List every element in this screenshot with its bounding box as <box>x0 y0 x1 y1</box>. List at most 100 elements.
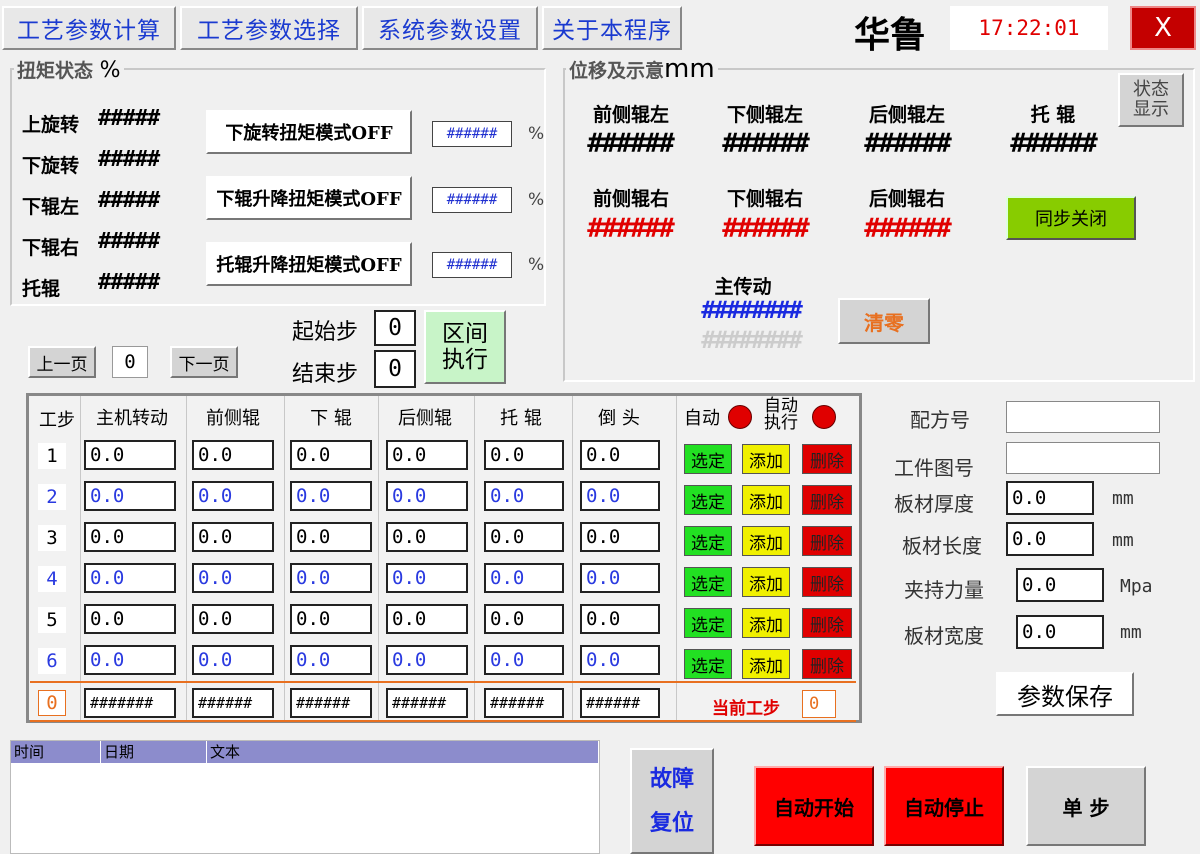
next-page-button[interactable]: 下一页 <box>170 346 238 378</box>
step-value-input[interactable]: 0.0 <box>192 481 274 511</box>
delete-step-button[interactable]: 删除 <box>802 526 852 556</box>
fault-reset-button[interactable]: 故障 复位 <box>630 748 714 854</box>
start-step-input[interactable]: 0 <box>374 310 416 346</box>
step-value-input[interactable]: 0.0 <box>192 645 274 675</box>
step-value-input[interactable]: 0.0 <box>580 481 660 511</box>
select-step-button[interactable]: 选定 <box>684 485 732 515</box>
clamp-input[interactable]: 0.0 <box>1016 568 1104 602</box>
tab-system-settings[interactable]: 系统参数设置 <box>362 6 538 50</box>
step-value-input[interactable]: 0.0 <box>290 481 372 511</box>
auto-exec-label: 自动 执行 <box>764 396 798 433</box>
auto-start-button[interactable]: 自动开始 <box>754 766 874 846</box>
delete-step-button[interactable]: 删除 <box>802 444 852 474</box>
end-step-input[interactable]: 0 <box>374 350 416 388</box>
step-number: 6 <box>38 648 66 674</box>
step-value-input[interactable]: 0.0 <box>580 522 660 552</box>
lower-rot-torque-mode-button[interactable]: 下旋转扭矩模式OFF <box>206 110 412 154</box>
step-value-input[interactable]: 0.0 <box>386 440 468 470</box>
step-value-input[interactable]: 0.0 <box>580 440 660 470</box>
select-step-button[interactable]: 选定 <box>684 567 732 597</box>
step-value-input[interactable]: 0.0 <box>386 481 468 511</box>
tab-about[interactable]: 关于本程序 <box>542 6 682 50</box>
add-step-button[interactable]: 添加 <box>742 526 790 556</box>
step-value-input[interactable]: 0.0 <box>192 440 274 470</box>
sync-toggle-button[interactable]: 同步关闭 <box>1006 196 1136 240</box>
length-unit: mm <box>1112 530 1134 551</box>
delete-step-button[interactable]: 删除 <box>802 608 852 638</box>
step-value-input[interactable]: 0.0 <box>290 645 372 675</box>
step-value-input[interactable]: 0.0 <box>484 440 564 470</box>
step-value-input[interactable]: 0.0 <box>580 604 660 634</box>
single-step-button[interactable]: 单 步 <box>1026 766 1146 846</box>
lower-roll-lift-torque-input[interactable]: ###### <box>432 187 512 213</box>
select-step-button[interactable]: 选定 <box>684 608 732 638</box>
step-value-input[interactable]: 0.0 <box>484 604 564 634</box>
select-step-button[interactable]: 选定 <box>684 444 732 474</box>
thickness-input[interactable]: 0.0 <box>1006 481 1094 515</box>
carrier-lift-torque-mode-button[interactable]: 托辊升降扭矩模式OFF <box>206 242 412 286</box>
step-value-input[interactable]: 0.0 <box>84 645 176 675</box>
lower-roll-lift-torque-mode-button[interactable]: 下辊升降扭矩模式OFF <box>206 176 412 220</box>
step-value-input[interactable]: 0.0 <box>386 604 468 634</box>
lower-rot-torque-input[interactable]: ###### <box>432 121 512 147</box>
step-value-input[interactable]: 0.0 <box>84 522 176 552</box>
pos-label-rear-left: 后侧辊左 <box>868 104 945 126</box>
add-step-button[interactable]: 添加 <box>742 608 790 638</box>
delete-step-button[interactable]: 删除 <box>802 485 852 515</box>
step-value-input[interactable]: 0.0 <box>192 522 274 552</box>
col-header-main-rotation: 主机转动 <box>96 408 168 429</box>
pos-value-front-left: ###### <box>587 128 675 159</box>
save-params-button[interactable]: 参数保存 <box>996 672 1134 716</box>
step-value-input[interactable]: 0.0 <box>290 604 372 634</box>
length-input[interactable]: 0.0 <box>1006 522 1094 556</box>
pos-value-front-right: ###### <box>587 213 675 244</box>
step-value-input[interactable]: 0.0 <box>290 563 372 593</box>
pos-label-rear-right: 后侧辊右 <box>868 188 945 210</box>
add-step-button[interactable]: 添加 <box>742 444 790 474</box>
step-value-input[interactable]: 0.0 <box>484 563 564 593</box>
step-value-input[interactable]: 0.0 <box>84 604 176 634</box>
step-value-input[interactable]: 0.0 <box>484 645 564 675</box>
step-value-input[interactable]: 0.0 <box>386 645 468 675</box>
auto-stop-button[interactable]: 自动停止 <box>884 766 1004 846</box>
recipe-no-input[interactable] <box>1006 401 1160 433</box>
step-value-input[interactable]: 0.0 <box>290 522 372 552</box>
tab-process-select[interactable]: 工艺参数选择 <box>180 6 358 50</box>
prev-page-button[interactable]: 上一页 <box>28 346 96 378</box>
select-step-button[interactable]: 选定 <box>684 526 732 556</box>
step-value-input[interactable]: 0.0 <box>84 563 176 593</box>
clamp-unit: Mpa <box>1120 576 1153 597</box>
step-value-input[interactable]: 0.0 <box>484 522 564 552</box>
add-step-button[interactable]: 添加 <box>742 485 790 515</box>
status-display-button[interactable]: 状态 显示 <box>1118 73 1184 127</box>
step-value-input[interactable]: 0.0 <box>484 481 564 511</box>
step-value-input[interactable]: 0.0 <box>192 563 274 593</box>
carrier-lift-torque-input[interactable]: ###### <box>432 252 512 278</box>
brand-logo: 华鲁 <box>854 15 927 56</box>
step-value-input[interactable]: 0.0 <box>290 440 372 470</box>
range-execute-button[interactable]: 区间 执行 <box>424 310 506 384</box>
select-step-button[interactable]: 选定 <box>684 649 732 679</box>
page-number-field[interactable]: 0 <box>112 346 148 378</box>
delete-step-button[interactable]: 删除 <box>802 567 852 597</box>
step-value-input[interactable]: 0.0 <box>580 563 660 593</box>
step-value-input[interactable]: 0.0 <box>386 522 468 552</box>
step-value-input[interactable]: 0.0 <box>580 645 660 675</box>
step-value-input[interactable]: 0.0 <box>192 604 274 634</box>
thickness-label: 板材厚度 <box>894 492 974 516</box>
clear-button[interactable]: 清零 <box>838 298 930 344</box>
step-value-input[interactable]: 0.0 <box>386 563 468 593</box>
pos-label-front-left: 前侧辊左 <box>592 104 669 126</box>
width-input[interactable]: 0.0 <box>1016 615 1104 649</box>
width-unit: mm <box>1120 622 1142 643</box>
step-number: 1 <box>38 443 66 469</box>
tab-process-calc[interactable]: 工艺参数计算 <box>2 6 176 50</box>
delete-step-button[interactable]: 删除 <box>802 649 852 679</box>
step-value-input[interactable]: 0.0 <box>84 440 176 470</box>
add-step-button[interactable]: 添加 <box>742 649 790 679</box>
drawing-no-input[interactable] <box>1006 442 1160 474</box>
clamp-label: 夹持力量 <box>904 578 984 602</box>
close-button[interactable]: X <box>1130 6 1196 50</box>
step-value-input[interactable]: 0.0 <box>84 481 176 511</box>
add-step-button[interactable]: 添加 <box>742 567 790 597</box>
